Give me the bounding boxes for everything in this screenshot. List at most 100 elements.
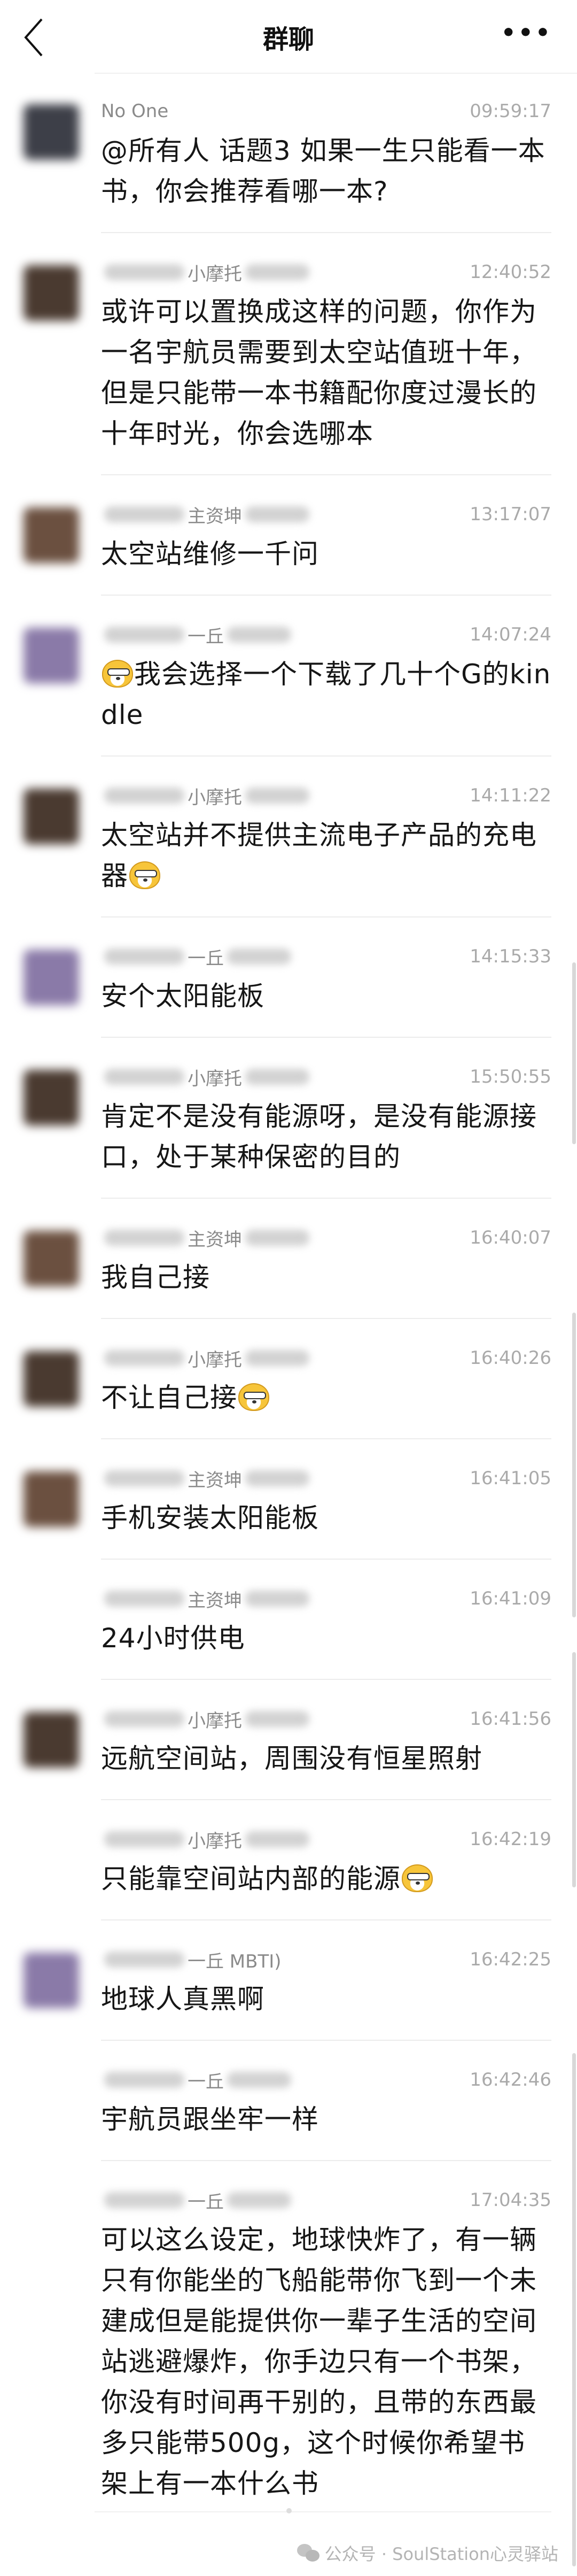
message-text: 手机安装太阳能板: [101, 1498, 551, 1538]
message-item[interactable]: 主资坤 16:41:09 24小时供电: [0, 1561, 577, 1681]
redacted-name-part: [104, 1350, 184, 1366]
message-text-segment: 我自己接: [101, 1262, 210, 1293]
message-text-segment: 肯定不是没有能源呀，是没有能源接口，处于某种保密的目的: [101, 1101, 537, 1173]
avatar[interactable]: [24, 507, 79, 563]
avatar[interactable]: [24, 104, 79, 160]
divider: [101, 595, 551, 596]
doge-emoji-icon: [102, 660, 133, 688]
more-dots-icon[interactable]: •••: [501, 21, 552, 45]
timestamp: 14:15:33: [470, 946, 551, 967]
redacted-name-part: [227, 948, 291, 965]
redacted-name-part: [245, 788, 309, 804]
sender-name: 主资坤: [188, 1229, 242, 1251]
divider: [101, 232, 551, 233]
redacted-name-part: [245, 1069, 309, 1085]
message-list[interactable]: No One 09:59:17 @所有人 话题3 如果一生只能看一本书，你会推荐看哪…: [0, 73, 577, 2526]
avatar[interactable]: [24, 1953, 79, 2008]
message-text: 安个太阳能板: [101, 976, 551, 1016]
sender-name: No One: [101, 101, 169, 122]
redacted-name-part: [104, 1831, 184, 1847]
message-text-segment: 或许可以置换成这样的问题，你作为一名宇航员需要到太空站值班十年，但是只能带一本书…: [101, 296, 537, 449]
redacted-name-part: [104, 1470, 184, 1486]
redacted-name-part: [104, 1952, 184, 1968]
message-text: 宇航员跟坐牢一样: [101, 2099, 551, 2140]
avatar[interactable]: [24, 265, 79, 321]
message-text: 肯定不是没有能源呀，是没有能源接口，处于某种保密的目的: [101, 1096, 551, 1177]
message-text-segment: 手机安装太阳能板: [101, 1502, 319, 1533]
message-text-segment: 远航空间站，周围没有恒星照射: [101, 1743, 482, 1774]
scrollbar[interactable]: [572, 1652, 576, 1887]
sender-name: 一丘: [188, 2071, 224, 2093]
avatar[interactable]: [24, 1231, 79, 1286]
message-text: 只能靠空间站内部的能源: [101, 1858, 551, 1899]
sender-name: 小摩托: [188, 1068, 242, 1090]
timestamp: 16:42:19: [470, 1829, 551, 1850]
message-item[interactable]: 小摩托 16:40:26 不让自己接: [0, 1320, 577, 1440]
message-item[interactable]: 小摩托 16:41:56 远航空间站，周围没有恒星照射: [0, 1681, 577, 1801]
sender-name: 主资坤: [188, 1469, 242, 1491]
timestamp: 14:11:22: [470, 785, 551, 806]
message-text: 太空站维修一千问: [101, 534, 551, 574]
timestamp: 16:41:05: [470, 1468, 551, 1489]
message-item[interactable]: No One 09:59:17 @所有人 话题3 如果一生只能看一本书，你会推荐看哪…: [0, 73, 577, 234]
message-text: 我自己接: [101, 1257, 551, 1298]
redacted-name-part: [245, 1711, 309, 1727]
redacted-name-part: [104, 788, 184, 804]
redacted-name-part: [245, 1230, 309, 1246]
redacted-name-part: [104, 2192, 184, 2208]
message-item[interactable]: 小摩托 16:42:19 只能靠空间站内部的能源: [0, 1801, 577, 1922]
message-text-segment: 太空站维修一千问: [101, 538, 319, 569]
message-item[interactable]: 主资坤 16:40:07 我自己接: [0, 1200, 577, 1320]
redacted-name-part: [104, 1230, 184, 1246]
divider: [101, 1037, 551, 1038]
message-item[interactable]: 小摩托 12:40:52 或许可以置换成这样的问题，你作为一名宇航员需要到太空站值班…: [0, 234, 577, 476]
avatar[interactable]: [24, 950, 79, 1005]
redacted-name-part: [245, 1831, 309, 1847]
timestamp: 09:59:17: [470, 101, 551, 122]
message-item[interactable]: 小摩托 15:50:55 肯定不是没有能源呀，是没有能源接口，处于某种保密的目的: [0, 1039, 577, 1200]
scrollbar[interactable]: [572, 2053, 576, 2566]
avatar[interactable]: [24, 1351, 79, 1407]
avatar[interactable]: [24, 1070, 79, 1125]
message-item[interactable]: 一丘 17:04:35 可以这么设定，地球快炸了，有一辆只有你能坐的飞船能带你飞到一…: [0, 2162, 577, 2526]
redacted-name-part: [245, 1591, 309, 1607]
avatar[interactable]: [24, 789, 79, 844]
loading-dot: [286, 2508, 292, 2513]
divider: [95, 2511, 551, 2512]
message-text-segment: 不让自己接: [101, 1382, 237, 1413]
message-item[interactable]: 一丘 16:42:46 宇航员跟坐牢一样: [0, 2042, 577, 2162]
timestamp: 15:50:55: [470, 1066, 551, 1088]
message-text-segment: 只能靠空间站内部的能源: [101, 1863, 401, 1894]
message-text-segment: 太空站并不提供主流电子产品的充电器: [101, 820, 537, 891]
divider: [101, 1559, 551, 1560]
message-text: 太空站并不提供主流电子产品的充电器: [101, 815, 551, 896]
redacted-name-part: [245, 1350, 309, 1366]
message-item[interactable]: 一丘 14:07:24 我会选择一个下载了几十个G的kindle: [0, 597, 577, 758]
timestamp: 16:41:56: [470, 1708, 551, 1730]
redacted-name-part: [227, 2192, 291, 2208]
timestamp: 12:40:52: [470, 261, 551, 283]
sender-name: 主资坤: [188, 505, 242, 527]
message-item[interactable]: 主资坤 16:41:05 手机安装太阳能板: [0, 1440, 577, 1561]
message-text-segment: 可以这么设定，地球快炸了，有一辆只有你能坐的飞船能带你飞到一个未建成但是能提供你…: [101, 2224, 537, 2499]
message-text-segment: 宇航员跟坐牢一样: [101, 2104, 319, 2135]
watermark-text: 公众号 · SoulStation心灵驿站: [324, 2544, 558, 2564]
message-text: 可以这么设定，地球快炸了，有一辆只有你能坐的飞船能带你飞到一个未建成但是能提供你…: [101, 2219, 551, 2504]
message-text: 我会选择一个下载了几十个G的kindle: [101, 654, 551, 735]
doge-emoji-icon: [238, 1383, 269, 1411]
message-text: 24小时供电: [101, 1618, 551, 1659]
message-item[interactable]: 主资坤 13:17:07 太空站维修一千问: [0, 476, 577, 597]
message-item[interactable]: 一丘 14:15:33 安个太阳能板: [0, 919, 577, 1039]
scrollbar[interactable]: [572, 962, 576, 1144]
message-text-segment: 地球人真黑啊: [101, 1984, 264, 2015]
redacted-name-part: [227, 2072, 291, 2088]
scrollbar[interactable]: [572, 1313, 576, 1617]
divider: [101, 2160, 551, 2161]
message-item[interactable]: 小摩托 14:11:22 太空站并不提供主流电子产品的充电器: [0, 758, 577, 919]
message-text: 远航空间站，周围没有恒星照射: [101, 1738, 551, 1779]
avatar[interactable]: [24, 1471, 79, 1527]
message-item[interactable]: 一丘 MBTI) 16:42:25 地球人真黑啊: [0, 1922, 577, 2042]
sender-name: 小摩托: [188, 786, 242, 808]
avatar[interactable]: [24, 628, 79, 683]
avatar[interactable]: [24, 1712, 79, 1768]
